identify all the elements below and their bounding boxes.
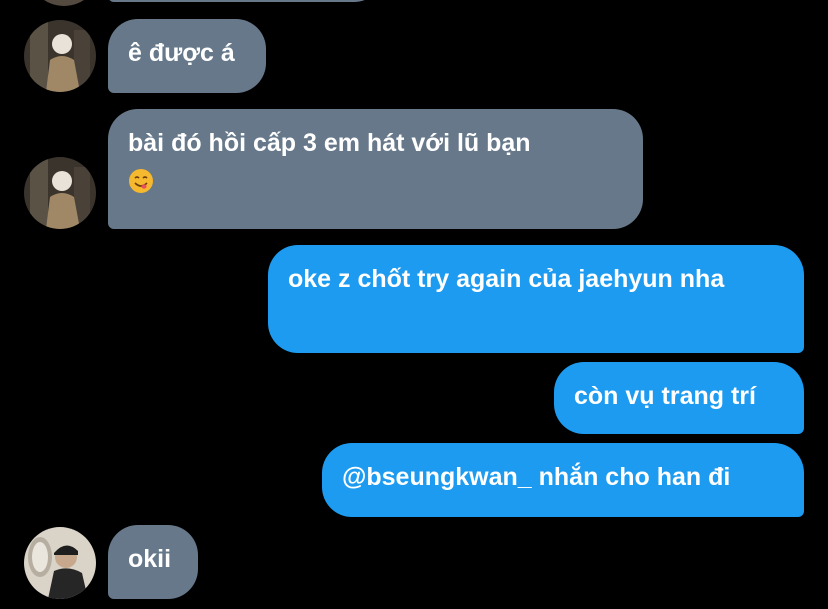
- message-bubble[interactable]: @bseungkwan_ nhắn cho han đi: [322, 443, 804, 517]
- message-bubble[interactable]: ê được á: [108, 19, 266, 93]
- message-text: bài đó hồi cấp 3 em hát với lũ bạn: [128, 129, 531, 157]
- message-text: @bseungkwan_ nhắn cho han đi: [342, 463, 731, 491]
- avatar-partial[interactable]: [28, 0, 100, 6]
- message-text: oke z chốt try again của jaehyun nha: [288, 265, 725, 293]
- avatar[interactable]: [24, 527, 96, 599]
- message-text: okii: [128, 545, 172, 573]
- message-text: ê được á: [128, 39, 235, 67]
- avatar-photo-icon: [24, 527, 96, 599]
- previous-message-bubble-partial: [108, 0, 384, 2]
- avatar[interactable]: [24, 20, 96, 92]
- avatar[interactable]: [24, 157, 96, 229]
- avatar-photo-icon: [24, 157, 96, 229]
- smiling-face-with-tongue-icon: [128, 168, 154, 194]
- avatar-photo-icon: [24, 20, 96, 92]
- message-bubble[interactable]: oke z chốt try again của jaehyun nha: [268, 245, 804, 353]
- message-bubble[interactable]: okii: [108, 525, 198, 599]
- message-bubble[interactable]: bài đó hồi cấp 3 em hát với lũ bạn: [108, 109, 643, 229]
- message-bubble[interactable]: còn vụ trang trí: [554, 362, 804, 434]
- message-text: còn vụ trang trí: [574, 382, 756, 410]
